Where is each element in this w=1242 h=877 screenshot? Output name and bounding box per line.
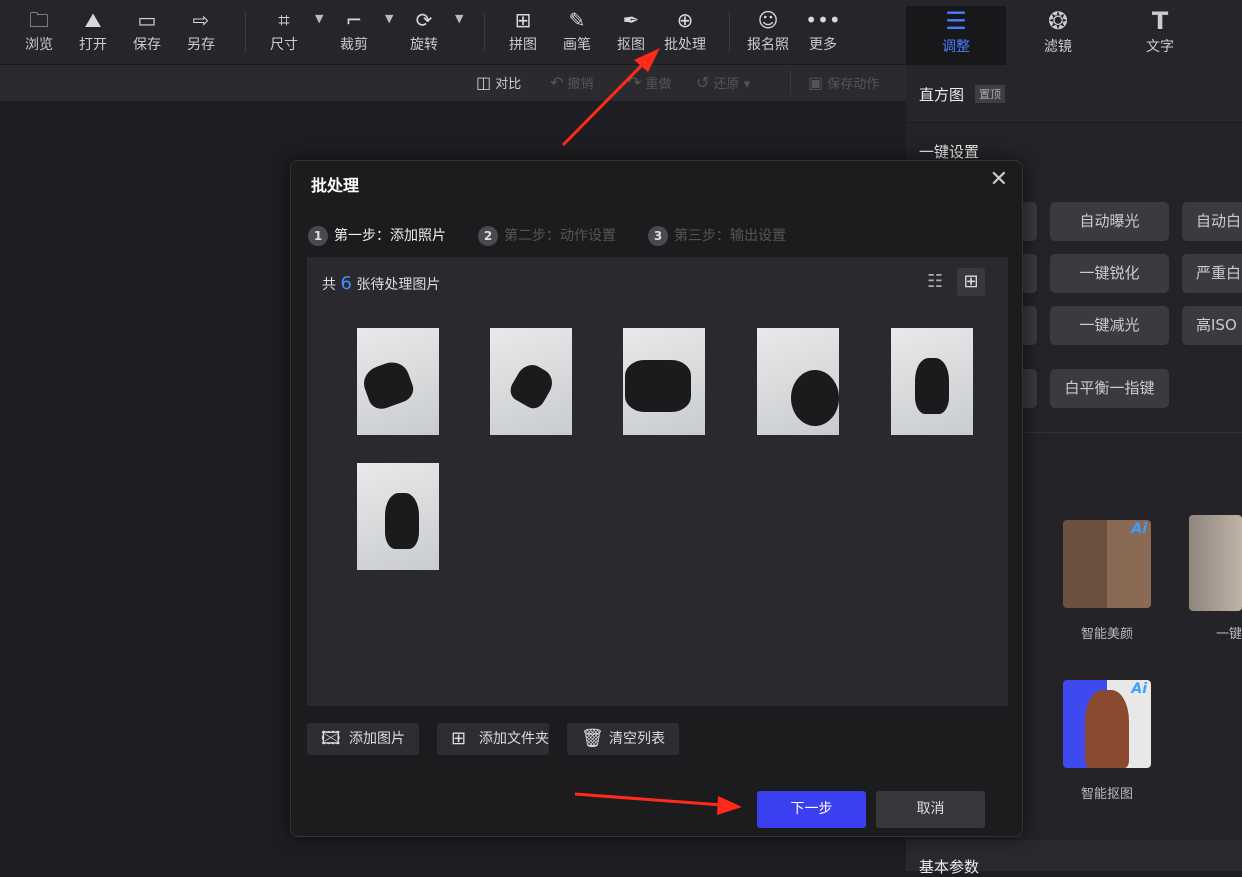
main-toolbar: 🗀 浏览 ⛰ 打开 ▭ 保存 ⇨ 另存 ⌗ 尺寸 ▼ ⌐ 裁剪 ▼ ⟳ 旋转 ▼ ⊞ 拼图 ✎ 画… bbox=[0, 0, 906, 65]
close-icon[interactable]: ✕ bbox=[990, 167, 1008, 192]
toolbar-open[interactable]: ⛰ 打开 bbox=[68, 6, 118, 54]
chevron-down-icon[interactable]: ▼ bbox=[385, 12, 393, 25]
rotate-icon: ⟳ bbox=[415, 8, 433, 32]
save-icon: ▭ bbox=[137, 8, 157, 32]
toolbar-collage[interactable]: ⊞ 拼图 bbox=[498, 6, 548, 54]
ai-badge: Ai bbox=[1131, 521, 1147, 537]
auto-white-button[interactable]: 自动白 bbox=[1182, 202, 1242, 241]
toolbar-more[interactable]: ••• 更多 bbox=[798, 6, 848, 54]
open-image-icon: ⛰ bbox=[84, 8, 102, 32]
pin-top-button[interactable]: 置顶 bbox=[975, 85, 1005, 103]
undo-button[interactable]: ↶ 撤销 bbox=[550, 73, 594, 92]
toolbar-batch[interactable]: ⊕ 批处理 bbox=[660, 6, 710, 54]
step-3[interactable]: 3 第三步：输出设置 bbox=[648, 225, 786, 246]
pen-cutout-icon: ✒ bbox=[622, 8, 640, 32]
white-balance-button[interactable]: 白平衡一指键 bbox=[1050, 369, 1169, 408]
more-icon: ••• bbox=[805, 8, 841, 32]
sliders-icon: ☰ bbox=[945, 7, 967, 35]
smart-beauty-card[interactable]: Ai bbox=[1063, 520, 1151, 608]
image-thumbnail[interactable] bbox=[757, 328, 839, 435]
save-action-icon: ▣ bbox=[808, 73, 824, 92]
brush-icon: ✎ bbox=[568, 8, 586, 32]
ai-badge: Ai bbox=[1131, 681, 1147, 697]
one-click-title: 一键设置 bbox=[919, 143, 980, 161]
image-thumbnail[interactable] bbox=[623, 328, 705, 435]
cancel-button[interactable]: 取消 bbox=[876, 791, 985, 828]
one-click-card[interactable] bbox=[1189, 515, 1242, 611]
undo-icon: ↶ bbox=[550, 73, 564, 92]
image-thumbnail[interactable] bbox=[891, 328, 973, 435]
id-photo-icon: ☺ bbox=[757, 8, 779, 32]
sharpen-button[interactable]: 一键锐化 bbox=[1050, 254, 1169, 293]
severe-white-button[interactable]: 严重白 bbox=[1182, 254, 1242, 293]
smart-cutout-card[interactable]: Ai bbox=[1063, 680, 1151, 768]
histogram-title: 直方图 bbox=[919, 86, 965, 104]
step-1[interactable]: 1 第一步：添加照片 bbox=[308, 225, 446, 246]
tab-adjust[interactable]: ☰ 调整 bbox=[906, 6, 1006, 65]
right-tabs: ☰ 调整 ❂ 滤镜 T 文字 bbox=[906, 0, 1242, 65]
list-view-icon[interactable]: ☷ bbox=[927, 271, 943, 292]
image-thumbnail[interactable] bbox=[357, 328, 439, 435]
next-step-button[interactable]: 下一步 bbox=[757, 791, 866, 828]
smart-beauty-label: 智能美颜 bbox=[1080, 627, 1133, 642]
chevron-down-icon[interactable]: ▼ bbox=[455, 12, 463, 25]
toolbar-save-as[interactable]: ⇨ 另存 bbox=[176, 6, 226, 54]
restore-icon: ↺ bbox=[696, 73, 710, 92]
tab-text[interactable]: T 文字 bbox=[1110, 6, 1210, 56]
image-list-area: 共 6 张待处理图片 ☷ ⊞ bbox=[307, 257, 1008, 706]
redo-button[interactable]: ↷ 重做 bbox=[628, 73, 672, 92]
batch-icon: ⊕ bbox=[676, 8, 694, 32]
reduce-light-button[interactable]: 一键减光 bbox=[1050, 306, 1169, 345]
dialog-title: 批处理 bbox=[311, 176, 360, 195]
toolbar-cutout[interactable]: ✒ 抠图 bbox=[606, 6, 656, 54]
step-2[interactable]: 2 第二步：动作设置 bbox=[478, 225, 616, 246]
collage-icon: ⊞ bbox=[514, 8, 532, 32]
toolbar-save[interactable]: ▭ 保存 bbox=[122, 6, 172, 54]
save-as-icon: ⇨ bbox=[192, 8, 210, 32]
batch-dialog: 批处理 ✕ 1 第一步：添加照片 2 第二步：动作设置 3 第三步：输出设置 共 6 … bbox=[290, 160, 1023, 837]
compare-button[interactable]: ◫ 对比 bbox=[476, 73, 521, 92]
high-iso-button[interactable]: 高ISO bbox=[1182, 306, 1242, 345]
toolbar-brush[interactable]: ✎ 画笔 bbox=[552, 6, 602, 54]
basic-params-title: 基本参数 bbox=[919, 858, 980, 876]
toolbar-resize[interactable]: ⌗ 尺寸 bbox=[259, 6, 309, 54]
image-thumbnail[interactable] bbox=[357, 463, 439, 570]
folder-icon: 🗀 bbox=[29, 8, 49, 32]
chevron-down-icon[interactable]: ▼ bbox=[315, 12, 323, 25]
resize-icon: ⌗ bbox=[278, 8, 290, 32]
redo-icon: ↷ bbox=[628, 73, 642, 92]
image-thumbnail[interactable] bbox=[490, 328, 572, 435]
save-action-button[interactable]: ▣ 保存动作 bbox=[808, 73, 879, 92]
toolbar-id-photo[interactable]: ☺ 报名照 bbox=[743, 6, 793, 54]
toolbar-rotate[interactable]: ⟳ 旋转 bbox=[399, 6, 449, 54]
add-image-icon: 🖾 bbox=[321, 728, 341, 749]
trash-icon: 🗑 bbox=[581, 728, 604, 749]
clear-list-button[interactable]: 🗑 清空列表 bbox=[567, 723, 679, 755]
pending-count: 共 6 张待处理图片 bbox=[322, 273, 441, 294]
add-images-button[interactable]: 🖾 添加图片 bbox=[307, 723, 419, 755]
toolbar-browse[interactable]: 🗀 浏览 bbox=[14, 6, 64, 54]
filter-icon: ❂ bbox=[1047, 7, 1069, 35]
toolbar-crop[interactable]: ⌐ 裁剪 bbox=[329, 6, 379, 54]
compare-icon: ◫ bbox=[476, 73, 492, 92]
add-folder-button[interactable]: ⊞ 添加文件夹 bbox=[437, 723, 549, 755]
auto-exposure-button[interactable]: 自动曝光 bbox=[1050, 202, 1169, 241]
text-icon: T bbox=[1151, 7, 1169, 35]
tab-filter[interactable]: ❂ 滤镜 bbox=[1008, 6, 1108, 56]
add-folder-icon: ⊞ bbox=[451, 728, 467, 749]
edit-subbar: ◫ 对比 ↶ 撤销 ↷ 重做 ↺ 还原 ▾ ▣ 保存动作 bbox=[0, 65, 906, 101]
smart-cutout-label: 智能抠图 bbox=[1080, 787, 1133, 802]
one-click-label: 一键 bbox=[1215, 627, 1242, 642]
crop-icon: ⌐ bbox=[345, 8, 363, 32]
restore-button[interactable]: ↺ 还原 ▾ bbox=[696, 73, 750, 92]
grid-view-icon[interactable]: ⊞ bbox=[957, 268, 985, 296]
